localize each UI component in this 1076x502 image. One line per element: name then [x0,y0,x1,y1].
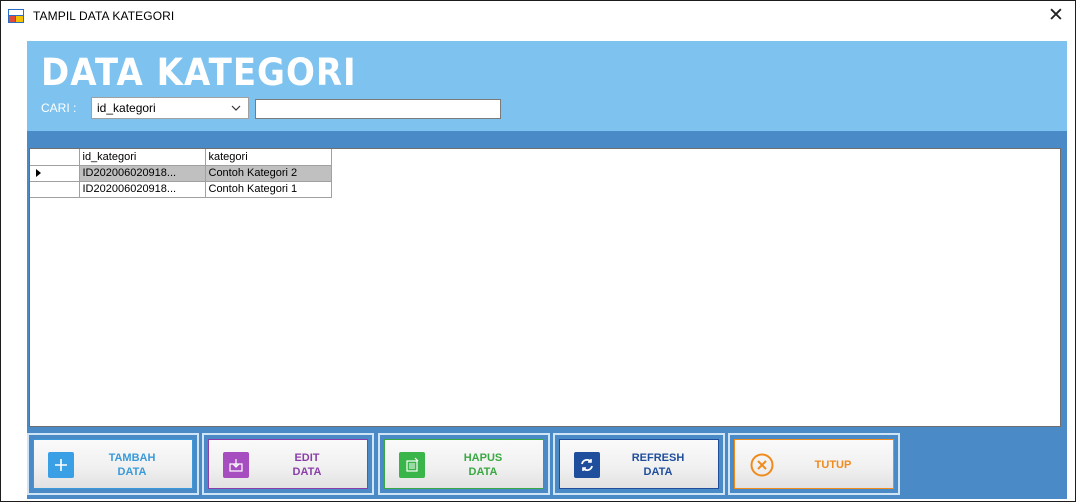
refresh-icon [574,452,600,478]
hapus-label: HAPUS DATA [427,451,539,479]
refresh-data-button[interactable]: REFRESH DATA [559,439,719,489]
column-header-id-kategori[interactable]: id_kategori [78,149,206,166]
window-title: TAMPIL DATA KATEGORI [33,9,175,23]
tambah-label-line1: TAMBAH [108,452,156,464]
edit-label-line1: EDIT [294,452,320,464]
hapus-label-line2: DATA [468,466,498,478]
refresh-label: REFRESH DATA [602,451,714,479]
edit-data-button[interactable]: EDIT DATA [208,439,368,489]
page-title: DATA KATEGORI [41,51,357,95]
row-header[interactable] [30,180,80,198]
delete-icon [399,452,425,478]
close-window-button[interactable]: ✕ [1043,3,1069,27]
plus-icon [48,452,74,478]
app-icon [8,9,24,23]
edit-button-frame: EDIT DATA [202,433,374,495]
header-panel: DATA KATEGORI CARI : id_kategori [27,41,1067,131]
current-row-arrow-icon [36,169,41,178]
row-header-current[interactable] [30,164,80,182]
cell-kategori[interactable]: Contoh Kategori 2 [204,164,332,182]
edit-label: EDIT DATA [251,451,363,479]
search-field-select[interactable]: id_kategori [91,97,249,119]
tambah-data-button[interactable]: TAMBAH DATA [33,439,193,489]
tutup-button-frame: TUTUP [728,433,900,495]
tutup-button[interactable]: TUTUP [734,439,894,489]
refresh-label-line2: DATA [643,466,673,478]
grid-header-row: id_kategori kategori [30,149,332,166]
data-grid[interactable]: id_kategori kategori ID202006020918... C… [29,148,1061,427]
table-row[interactable]: ID202006020918... Contoh Kategori 2 [30,164,332,182]
grid-corner-cell[interactable] [30,149,80,166]
cell-kategori[interactable]: Contoh Kategori 1 [204,180,332,198]
close-circle-icon [749,452,775,478]
edit-label-line2: DATA [292,466,322,478]
tambah-label-line2: DATA [117,466,147,478]
search-field-value: id_kategori [97,101,156,115]
hapus-button-frame: HAPUS DATA [378,433,550,495]
cell-id-kategori[interactable]: ID202006020918... [78,180,206,198]
cell-id-kategori[interactable]: ID202006020918... [78,164,206,182]
search-input[interactable] [255,99,501,119]
tutup-label-line1: TUTUP [814,459,852,471]
tambah-button-frame: TAMBAH DATA [27,433,199,495]
content-panel: id_kategori kategori ID202006020918... C… [27,131,1067,499]
hapus-data-button[interactable]: HAPUS DATA [384,439,544,489]
chevron-down-icon [231,105,241,111]
refresh-button-frame: REFRESH DATA [553,433,725,495]
search-label: CARI : [41,101,77,115]
refresh-label-line1: REFRESH [631,452,685,464]
tambah-label: TAMBAH DATA [76,451,188,479]
tutup-label: TUTUP [777,458,889,472]
hapus-label-line1: HAPUS [463,452,503,464]
title-bar: TAMPIL DATA KATEGORI ✕ [1,1,1075,31]
app-window: TAMPIL DATA KATEGORI ✕ DATA KATEGORI CAR… [0,0,1076,502]
column-header-kategori[interactable]: kategori [204,149,332,166]
table-row[interactable]: ID202006020918... Contoh Kategori 1 [30,180,332,198]
edit-icon [223,452,249,478]
